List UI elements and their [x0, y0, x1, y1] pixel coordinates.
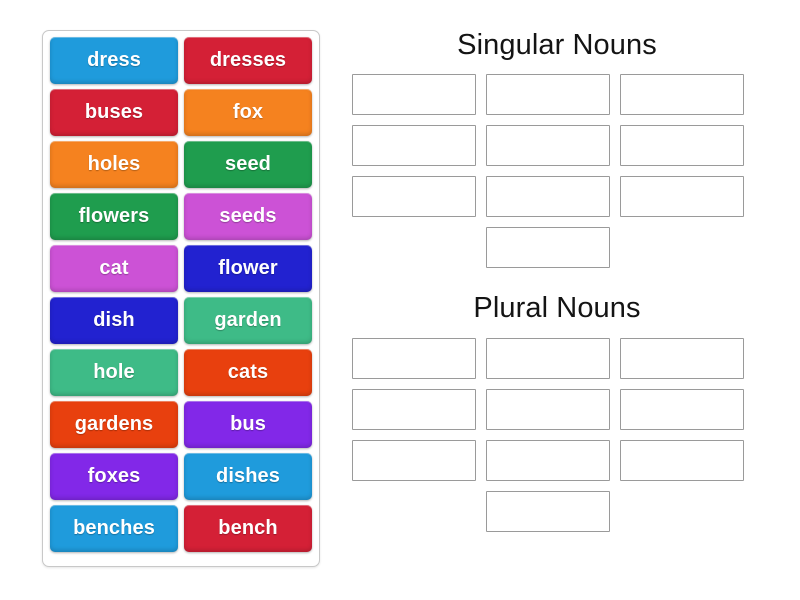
- drop-slot[interactable]: [352, 439, 476, 481]
- category-singular-nouns: Singular Nouns: [352, 28, 762, 269]
- drop-slot[interactable]: [352, 337, 476, 379]
- word-tile[interactable]: dishes: [184, 453, 312, 500]
- group-sort-activity: dress dresses buses fox holes seed flowers seed…: [0, 0, 800, 600]
- word-tile[interactable]: gardens: [50, 401, 178, 448]
- slot-grid-singular: [352, 74, 762, 269]
- drop-slot[interactable]: [620, 337, 744, 379]
- word-tile[interactable]: flower: [184, 245, 312, 292]
- drop-slot[interactable]: [486, 227, 610, 269]
- word-tile[interactable]: cats: [184, 349, 312, 396]
- drop-slot[interactable]: [352, 176, 476, 218]
- word-tile[interactable]: buses: [50, 89, 178, 136]
- drop-slot[interactable]: [486, 176, 610, 218]
- category-title-singular: Singular Nouns: [457, 29, 657, 61]
- drop-slot[interactable]: [486, 439, 610, 481]
- drop-slot[interactable]: [352, 388, 476, 430]
- drop-slot[interactable]: [620, 125, 744, 167]
- category-plural-nouns: Plural Nouns: [352, 291, 762, 532]
- word-tile[interactable]: benches: [50, 505, 178, 552]
- slot-grid-plural: [352, 337, 762, 532]
- word-tile[interactable]: seed: [184, 141, 312, 188]
- word-tile[interactable]: holes: [50, 141, 178, 188]
- word-tile[interactable]: seeds: [184, 193, 312, 240]
- drop-slot[interactable]: [620, 176, 744, 218]
- drop-slot[interactable]: [486, 388, 610, 430]
- word-tile[interactable]: dress: [50, 37, 178, 84]
- word-tile[interactable]: dresses: [184, 37, 312, 84]
- drop-slot[interactable]: [486, 74, 610, 116]
- word-bank-panel: dress dresses buses fox holes seed flowers seed…: [42, 30, 320, 567]
- word-tile[interactable]: flowers: [50, 193, 178, 240]
- word-tile[interactable]: cat: [50, 245, 178, 292]
- drop-slot[interactable]: [620, 439, 744, 481]
- drop-slot[interactable]: [352, 74, 476, 116]
- word-tile[interactable]: bench: [184, 505, 312, 552]
- drop-slot[interactable]: [486, 125, 610, 167]
- category-title-plural: Plural Nouns: [473, 292, 641, 325]
- word-tile[interactable]: foxes: [50, 453, 178, 500]
- word-tile[interactable]: hole: [50, 349, 178, 396]
- drop-slot[interactable]: [620, 74, 744, 116]
- drop-slot[interactable]: [486, 337, 610, 379]
- category-drop-area: Singular Nouns Plural Nouns: [352, 28, 762, 532]
- drop-slot[interactable]: [620, 388, 744, 430]
- drop-slot[interactable]: [352, 125, 476, 167]
- word-tile-grid: dress dresses buses fox holes seed flowers seed…: [50, 37, 312, 552]
- drop-slot[interactable]: [486, 490, 610, 532]
- word-tile[interactable]: garden: [184, 297, 312, 344]
- word-tile[interactable]: bus: [184, 401, 312, 448]
- word-tile[interactable]: fox: [184, 89, 312, 136]
- word-tile[interactable]: dish: [50, 297, 178, 344]
